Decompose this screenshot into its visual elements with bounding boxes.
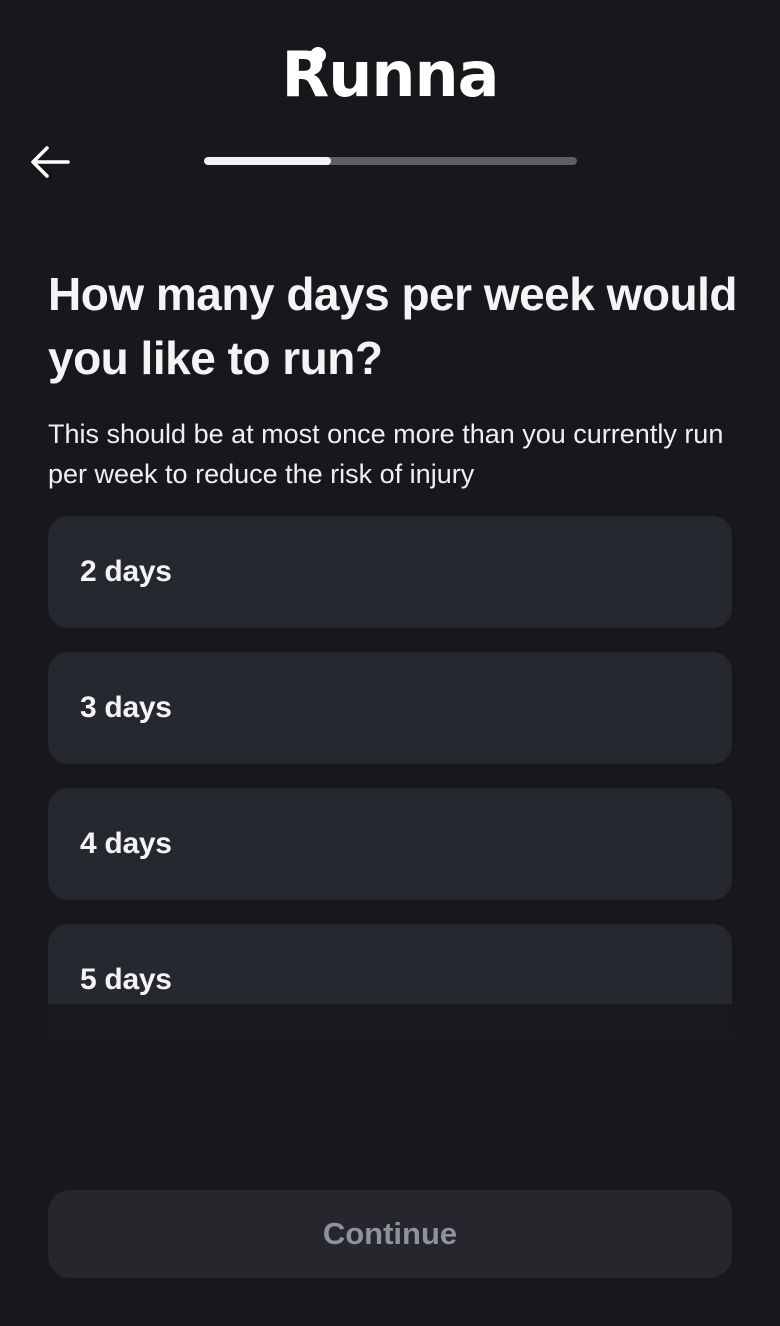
logo-dot-icon <box>309 47 326 63</box>
option-label: 2 days <box>80 555 172 588</box>
progress-bar-fill <box>204 157 331 165</box>
scroll-fade <box>48 1004 732 1084</box>
arrow-left-icon <box>31 146 70 178</box>
option-label: 5 days <box>80 963 172 996</box>
page-title: How many days per week would you like to… <box>48 268 737 384</box>
options-list: 2 days 3 days 4 days 5 days <box>48 516 732 1004</box>
option-label: 4 days <box>80 827 172 860</box>
continue-button[interactable]: Continue <box>48 1190 732 1278</box>
page-subtitle: This should be at most once more than yo… <box>48 419 724 489</box>
onboarding-screen: Runna How many days per week would you l… <box>0 0 780 1326</box>
progress-bar <box>204 157 577 165</box>
option-5-days[interactable]: 5 days <box>48 924 732 1004</box>
option-label: 3 days <box>80 691 172 724</box>
back-button[interactable] <box>28 140 72 184</box>
logo-wordmark: Runna <box>282 44 500 106</box>
option-2-days[interactable]: 2 days <box>48 516 732 628</box>
option-4-days[interactable]: 4 days <box>48 788 732 900</box>
app-logo: Runna <box>0 44 780 106</box>
option-3-days[interactable]: 3 days <box>48 652 732 764</box>
continue-label: Continue <box>322 1216 458 1251</box>
